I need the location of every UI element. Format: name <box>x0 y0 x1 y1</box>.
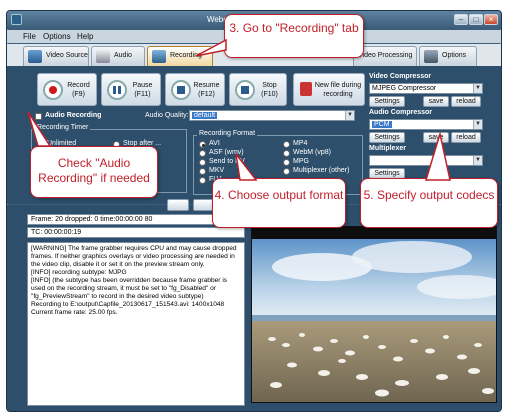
menu-file[interactable]: File <box>23 32 36 41</box>
tools-icon <box>424 50 438 63</box>
stop-button[interactable]: Stop (F10) <box>229 73 287 106</box>
new-file-button[interactable]: New file during recording <box>293 73 365 106</box>
format-multiplexer-radio[interactable] <box>283 168 290 175</box>
newfile-label-1: New file during <box>314 82 362 89</box>
menu-options[interactable]: Options <box>43 32 71 41</box>
format-webm-radio[interactable] <box>283 150 290 157</box>
callout-step-5: 5. Specify output codecs <box>360 178 498 228</box>
record-key: (F9) <box>72 91 85 98</box>
maximize-button[interactable]: □ <box>469 14 483 25</box>
log-line: [INFO] (the subtype has been overridden … <box>31 277 229 300</box>
video-compressor-label: Video Compressor <box>369 73 432 80</box>
audio-compressor-label: Audio Compressor <box>369 109 433 116</box>
log-panel: [WARNING] The frame grabber requires CPU… <box>27 242 245 406</box>
tab-label: Video Processing <box>358 52 413 59</box>
format-mkv-label: MKV <box>209 167 225 174</box>
log-line: Current frame rate: 25.00 fps. <box>31 309 118 316</box>
format-mp4-radio[interactable] <box>283 141 290 148</box>
resume-button[interactable]: Resume (F12) <box>165 73 225 106</box>
callout-step-5-text: 5. Specify output codecs <box>363 188 495 202</box>
audio-compressor-value: PCM <box>372 121 392 128</box>
record-label: Record <box>67 82 90 89</box>
scissors-icon <box>300 82 312 96</box>
recording-format-label: Recording Format <box>197 130 258 137</box>
callout-step-4-pointer <box>235 153 258 181</box>
tab-audio[interactable]: Audio <box>91 46 145 66</box>
tab-options[interactable]: Options <box>419 46 477 66</box>
format-dv-radio[interactable] <box>199 159 206 166</box>
pause-label: Pause <box>132 82 153 89</box>
callout-audio-pointer <box>27 111 52 147</box>
callout-step-5-pointer <box>424 131 451 181</box>
record-button[interactable]: Record (F9) <box>37 73 97 106</box>
record-icon <box>43 80 63 100</box>
log-line: [WARNING] The frame grabber requires CPU… <box>31 245 239 268</box>
format-mp4-label: MP4 <box>293 140 308 147</box>
stop-key: (F10) <box>261 91 278 98</box>
minimize-button[interactable]: – <box>454 14 468 25</box>
snapshot-button[interactable] <box>167 199 189 211</box>
format-asf-radio[interactable] <box>199 150 206 157</box>
video-compressor-value: MJPEG Compressor <box>372 85 437 92</box>
resume-icon <box>171 80 191 100</box>
format-avi-radio[interactable] <box>199 141 206 148</box>
callout-step-3-text: 3. Go to "Recording" tab <box>229 21 359 35</box>
video-preview-image <box>252 227 496 402</box>
audio-quality-select[interactable]: default ▼ <box>189 110 355 121</box>
pause-key: (F11) <box>134 91 151 98</box>
video-compressor-settings-button[interactable]: Settings <box>369 96 405 107</box>
callout-step-3: 3. Go to "Recording" tab <box>224 14 364 58</box>
video-compressor-reload-button[interactable]: reload <box>451 96 481 107</box>
audio-quality-value: default <box>192 112 218 119</box>
format-mpg-label: MPG <box>293 158 309 165</box>
pause-icon <box>107 80 127 100</box>
menu-help[interactable]: Help <box>77 32 93 41</box>
video-preview <box>251 226 497 403</box>
video-compressor-save-button[interactable]: save <box>423 96 449 107</box>
microphone-icon <box>96 50 110 63</box>
format-webm-label: WebM (vp8) <box>293 149 331 156</box>
callout-audio: Check "Audio Recording" if needed <box>30 146 158 198</box>
audio-compressor-select[interactable]: PCM ▼ <box>369 119 483 130</box>
chevron-down-icon: ▼ <box>473 84 482 93</box>
callout-step-3-pointer <box>195 38 227 57</box>
tab-label: Audio <box>114 52 132 59</box>
format-avi-label: AVI <box>209 140 220 147</box>
callout-step-4: 4. Choose output format <box>212 178 346 228</box>
callout-audio-text: Check "Audio Recording" if needed <box>38 156 150 185</box>
log-line: [INFO] recording subtype: MJPG <box>31 269 127 276</box>
video-compressor-select[interactable]: MJPEG Compressor ▼ <box>369 83 483 94</box>
tab-label: Video Source <box>46 52 88 59</box>
chevron-down-icon: ▼ <box>473 156 482 165</box>
chevron-down-icon: ▼ <box>345 111 354 120</box>
format-mpg-radio[interactable] <box>283 159 290 166</box>
format-multiplexer-label: Multiplexer (other) <box>293 167 350 174</box>
pause-button[interactable]: Pause (F11) <box>101 73 161 106</box>
log-line: Recording to E:\output\Capfile_20130617_… <box>31 301 225 308</box>
close-button[interactable]: × <box>484 14 498 25</box>
audio-compressor-settings-button[interactable]: Settings <box>369 132 405 143</box>
audio-quality-label: Audio Quality: <box>145 112 189 119</box>
format-mkv-radio[interactable] <box>199 168 206 175</box>
tab-video-source[interactable]: Video Source <box>23 46 89 66</box>
multiplexer-label: Multiplexer <box>369 145 406 152</box>
resume-key: (F12) <box>198 91 215 98</box>
newfile-label-2: recording <box>323 91 353 98</box>
stop-label: Stop <box>262 82 277 89</box>
callout-step-4-text: 4. Choose output format <box>214 188 344 202</box>
resume-label: Resume <box>193 82 220 89</box>
format-flv-radio[interactable] <box>199 177 206 184</box>
stop-icon <box>235 80 255 100</box>
timecode: TC: 00:00:00:19 <box>27 227 245 238</box>
chevron-down-icon: ▼ <box>473 120 482 129</box>
video-source-icon <box>28 50 42 63</box>
tab-label: Options <box>442 52 467 59</box>
recording-folder-icon <box>152 50 166 63</box>
